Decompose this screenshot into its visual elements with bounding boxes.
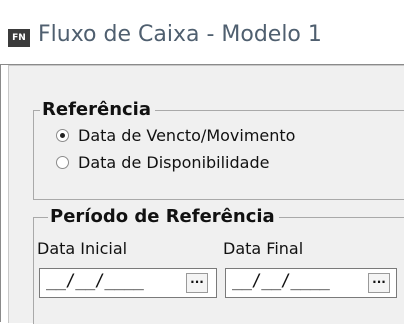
- form-client-area: Referência Data de Vencto/Movimento Data…: [8, 65, 404, 324]
- data-final-label: Data Final: [223, 239, 304, 258]
- app-icon: FN: [8, 29, 30, 47]
- title-bar[interactable]: FN Fluxo de Caixa - Modelo 1: [0, 0, 404, 64]
- data-final-picker-button[interactable]: ···: [368, 273, 390, 293]
- data-inicial-label: Data Inicial: [37, 239, 128, 258]
- window-frame-left: [0, 64, 1, 322]
- app-window: FN Fluxo de Caixa - Modelo 1 Referência …: [0, 0, 404, 324]
- data-final-input[interactable]: __/__/____ ···: [225, 268, 397, 298]
- data-inicial-value: __/__/____: [46, 271, 144, 291]
- referencia-group: Referência Data de Vencto/Movimento Data…: [33, 99, 404, 200]
- window-title: Fluxo de Caixa - Modelo 1: [38, 22, 322, 47]
- radio-checked-icon[interactable]: [56, 129, 69, 142]
- data-inicial-input[interactable]: __/__/____ ···: [39, 268, 217, 298]
- data-final-value: __/__/____: [232, 271, 330, 291]
- radio-label: Data de Vencto/Movimento: [78, 126, 296, 145]
- periodo-group-title: Período de Referência: [48, 206, 279, 228]
- radio-label: Data de Disponibilidade: [78, 153, 270, 172]
- radio-data-vencto-movimento[interactable]: Data de Vencto/Movimento: [56, 126, 295, 145]
- data-inicial-picker-button[interactable]: ···: [186, 273, 208, 293]
- radio-unchecked-icon[interactable]: [56, 156, 69, 169]
- radio-data-disponibilidade[interactable]: Data de Disponibilidade: [56, 153, 269, 172]
- referencia-group-title: Referência: [40, 99, 155, 121]
